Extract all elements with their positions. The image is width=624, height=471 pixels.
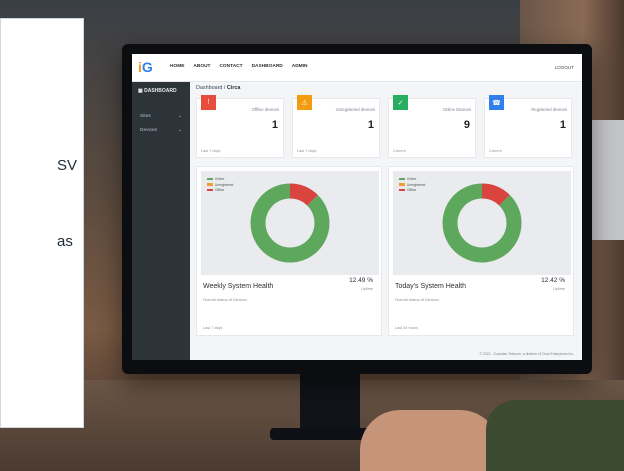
legend-item: Unregistered	[207, 183, 233, 187]
weekly-percent-label: Uptime	[360, 287, 373, 291]
legend-item: Offline	[207, 188, 233, 192]
donut-slice-online	[442, 183, 522, 263]
card-online-devices[interactable]: ✓ Online Devices 9 Current	[388, 95, 476, 158]
stat-cards: ! Offline devices 1 Last 7 days ⚠ Unregi…	[196, 95, 576, 160]
sidebar-item-devices[interactable]: Devices ⌄	[140, 128, 182, 133]
card-unregistered-devices[interactable]: ⚠ Unregistered devices 1 Last 7 days	[292, 95, 380, 158]
today-legend: Online Unregistered Offline	[399, 177, 425, 194]
sidebar-title[interactable]: ▦ DASHBOARD	[138, 88, 177, 94]
nav-about[interactable]: ABOUT	[193, 64, 210, 69]
panel-weekly-health: Online Unregistered Offline Weekly Syste…	[196, 166, 382, 336]
today-subtitle: Overall status of Devices	[395, 297, 440, 302]
today-footer: Last 24 hours	[395, 326, 419, 330]
weekly-legend: Online Unregistered Offline	[207, 177, 233, 194]
weekly-footer: Last 7 days	[203, 326, 223, 330]
today-percent: 12.42 %	[541, 277, 565, 284]
panel-today-health: Online Unregistered Offline Today's Syst…	[388, 166, 574, 336]
nav-links: HOME ABOUT CONTACT DASHBOARD ADMIN	[170, 64, 307, 69]
legend-item: Unregistered	[399, 183, 425, 187]
phone-icon: ☎	[489, 95, 504, 110]
warning-icon: ⚠	[297, 95, 312, 110]
top-navbar: iG HOME ABOUT CONTACT DASHBOARD ADMIN LO…	[132, 54, 582, 82]
chevron-down-icon: ⌄	[177, 114, 182, 119]
left-overlay-card: SV as	[0, 18, 84, 428]
left-card-text-1: SV	[57, 157, 78, 174]
card-registered-devices[interactable]: ☎ Registered devices 1 Current	[484, 95, 572, 158]
chevron-down-icon: ⌄	[177, 128, 182, 133]
legend-item: Offline	[399, 188, 425, 192]
legend-item: Online	[399, 177, 425, 181]
check-icon: ✓	[393, 95, 408, 110]
sidebar: ▦ DASHBOARD Sites ⌄ Devices ⌄	[132, 82, 190, 360]
today-percent-label: Uptime	[552, 287, 565, 291]
nav-admin[interactable]: ADMIN	[292, 64, 308, 69]
photo-scene: SV as iG HOME ABOUT CONTACT DASHBOARD AD…	[0, 0, 624, 471]
donut-slice-offline	[481, 183, 510, 206]
breadcrumb: Dashboard / Circa	[196, 85, 241, 91]
legend-item: Online	[207, 177, 233, 181]
donut-slice-online	[250, 183, 330, 263]
dashboard-screen: iG HOME ABOUT CONTACT DASHBOARD ADMIN LO…	[132, 54, 582, 360]
monitor: iG HOME ABOUT CONTACT DASHBOARD ADMIN LO…	[122, 44, 592, 374]
donut-slice-offline	[289, 183, 318, 206]
nav-home[interactable]: HOME	[170, 64, 184, 69]
sidebar-item-sites[interactable]: Sites ⌄	[140, 114, 182, 119]
logout-link[interactable]: LOGOUT	[555, 65, 574, 70]
left-card-text-2: as	[57, 233, 73, 250]
sleeve	[486, 400, 624, 471]
nav-dashboard[interactable]: DASHBOARD	[252, 64, 283, 69]
card-offline-devices[interactable]: ! Offline devices 1 Last 7 days	[196, 95, 284, 158]
weekly-chart-area: Online Unregistered Offline	[201, 171, 379, 275]
hand	[360, 410, 500, 471]
weekly-subtitle: Overall status of Devices	[203, 297, 248, 302]
app-logo[interactable]: iG	[138, 59, 160, 77]
weekly-title: Weekly System Health	[203, 283, 274, 290]
weekly-percent: 12.49 %	[349, 277, 373, 284]
today-chart-area: Online Unregistered Offline	[393, 171, 571, 275]
today-title: Today's System Health	[395, 283, 466, 290]
alert-icon: !	[201, 95, 216, 110]
copyright: © 2022 - Guardian Telecom, a division of…	[479, 352, 574, 356]
nav-contact[interactable]: CONTACT	[219, 64, 242, 69]
